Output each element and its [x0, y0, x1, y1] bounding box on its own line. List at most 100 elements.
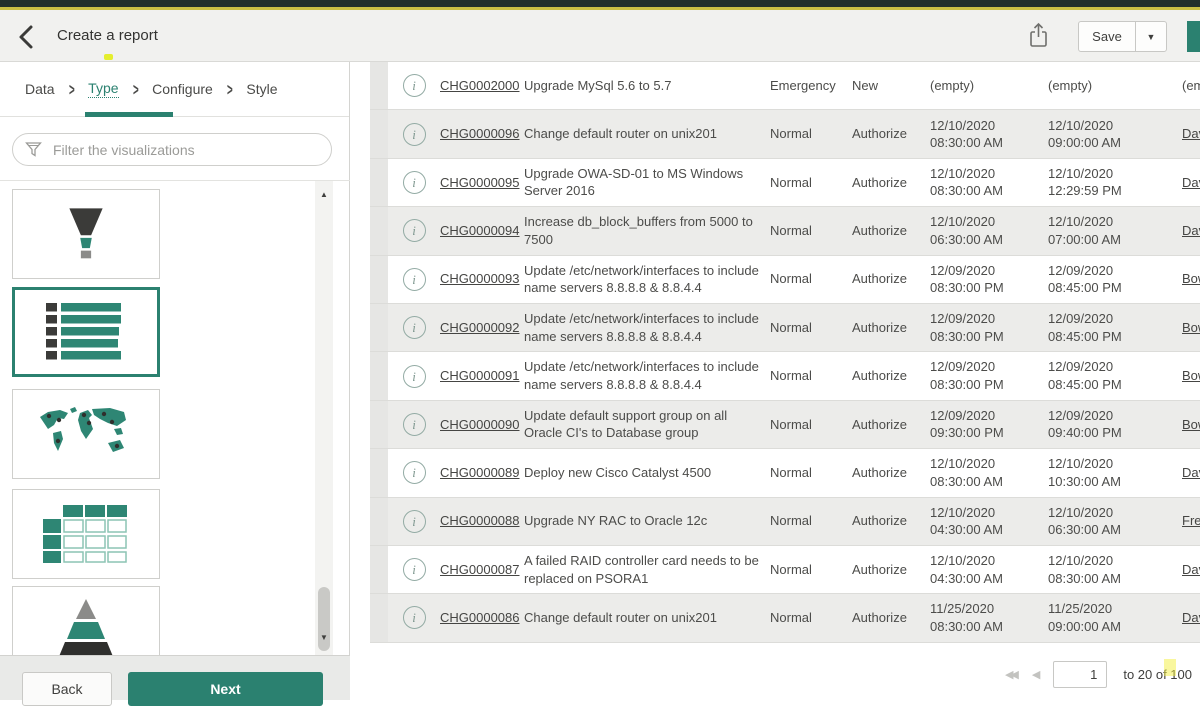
state-cell: Authorize	[852, 416, 930, 434]
number-cell: CHG0000095	[440, 174, 524, 192]
assigned-to-link[interactable]: Dav	[1182, 223, 1200, 238]
info-icon[interactable]: i	[403, 606, 426, 629]
table-row: i CHG0000089 Deploy new Cisco Catalyst 4…	[370, 449, 1200, 497]
info-icon[interactable]: i	[403, 413, 426, 436]
table-left-gutter	[370, 304, 388, 351]
record-number-link[interactable]: CHG0000093	[440, 271, 520, 286]
state-cell: Authorize	[852, 222, 930, 240]
record-number-link[interactable]: CHG0002000	[440, 78, 520, 93]
table-row: i CHG0000092 Update /etc/network/interfa…	[370, 304, 1200, 352]
step-tab-type[interactable]: Type	[88, 80, 118, 98]
assigned-to-link[interactable]: Bow	[1182, 320, 1200, 335]
viz-thumbnail-heatmap-table[interactable]	[12, 489, 160, 579]
assigned-to-cell: Fre	[1166, 512, 1200, 530]
info-icon[interactable]: i	[403, 219, 426, 242]
start-date-cell: 12/09/2020 09:30:00 PM	[930, 407, 1048, 442]
chevron-right-icon: >	[227, 79, 233, 99]
share-button[interactable]	[1026, 20, 1056, 52]
assigned-to-cell: Dav	[1166, 609, 1200, 627]
filter-input[interactable]	[51, 141, 331, 159]
previous-page-icon[interactable]: ◀	[1032, 668, 1037, 681]
start-date-cell: (empty)	[930, 77, 1048, 95]
table-left-gutter	[370, 401, 388, 448]
state-cell: Authorize	[852, 367, 930, 385]
info-cell: i	[388, 123, 440, 146]
number-cell: CHG0000086	[440, 609, 524, 627]
assigned-to-link[interactable]: Dav	[1182, 610, 1200, 625]
back-step-button[interactable]: Back	[22, 672, 112, 706]
assigned-to-link[interactable]: Dav	[1182, 175, 1200, 190]
scroll-down-icon[interactable]: ▼	[315, 630, 333, 646]
save-dropdown-button[interactable]: ▼	[1135, 21, 1167, 52]
assigned-to-link[interactable]: Bow	[1182, 368, 1200, 383]
panel-scrollbar[interactable]: ▲ ▼	[315, 181, 333, 655]
table-left-gutter	[370, 594, 388, 641]
assigned-to-cell: Bow	[1166, 270, 1200, 288]
info-icon[interactable]: i	[403, 510, 426, 533]
record-number-link[interactable]: CHG0000090	[440, 417, 520, 432]
info-icon[interactable]: i	[403, 123, 426, 146]
next-step-button[interactable]: Next	[128, 672, 323, 706]
click-artifact	[104, 54, 113, 60]
info-icon[interactable]: i	[403, 365, 426, 388]
viz-thumbnail-world-map[interactable]	[12, 389, 160, 479]
viz-thumbnail-list[interactable]	[12, 287, 160, 377]
info-icon[interactable]: i	[403, 171, 426, 194]
info-icon[interactable]: i	[403, 316, 426, 339]
table-left-gutter	[370, 62, 388, 109]
funnel-chart-icon	[54, 199, 118, 269]
info-icon[interactable]: i	[403, 74, 426, 97]
short-description-cell: Update /etc/network/interfaces to includ…	[524, 310, 770, 345]
number-cell: CHG0002000	[440, 77, 524, 95]
record-number-link[interactable]: CHG0000086	[440, 610, 520, 625]
record-number-link[interactable]: CHG0000089	[440, 465, 520, 480]
assigned-to-cell: Bow	[1166, 367, 1200, 385]
assigned-to-link[interactable]: Bow	[1182, 417, 1200, 432]
record-number-link[interactable]: CHG0000091	[440, 368, 520, 383]
record-number-link[interactable]: CHG0000094	[440, 223, 520, 238]
assigned-to-link[interactable]: Fre	[1182, 513, 1200, 528]
number-cell: CHG0000092	[440, 319, 524, 337]
start-date-cell: 12/10/2020 08:30:00 AM	[930, 117, 1048, 152]
viz-thumbnail-funnel[interactable]	[12, 189, 160, 279]
number-cell: CHG0000091	[440, 367, 524, 385]
record-number-link[interactable]: CHG0000087	[440, 562, 520, 577]
priority-cell: Normal	[770, 464, 852, 482]
heatmap-table-icon	[43, 503, 129, 565]
priority-cell: Normal	[770, 125, 852, 143]
short-description-cell: Update /etc/network/interfaces to includ…	[524, 358, 770, 393]
info-cell: i	[388, 606, 440, 629]
info-cell: i	[388, 461, 440, 484]
assigned-to-link[interactable]: Bow	[1182, 271, 1200, 286]
assigned-to-link[interactable]: Dav	[1182, 465, 1200, 480]
info-icon[interactable]: i	[403, 461, 426, 484]
assigned-to-link[interactable]: Dav	[1182, 562, 1200, 577]
priority-cell: Normal	[770, 270, 852, 288]
run-button-partial[interactable]	[1187, 21, 1200, 52]
page-number-input[interactable]	[1053, 661, 1107, 688]
step-tab-style[interactable]: Style	[246, 81, 277, 97]
info-icon[interactable]: i	[403, 268, 426, 291]
info-icon[interactable]: i	[403, 558, 426, 581]
save-button[interactable]: Save	[1078, 21, 1136, 52]
panel-footer: Back Next	[0, 655, 350, 700]
record-number-link[interactable]: CHG0000095	[440, 175, 520, 190]
first-page-icon[interactable]: ◀◀	[1005, 668, 1016, 681]
state-cell: New	[852, 77, 930, 95]
step-tab-data[interactable]: Data	[25, 81, 55, 97]
record-number-link[interactable]: CHG0000088	[440, 513, 520, 528]
state-cell: Authorize	[852, 270, 930, 288]
record-number-link[interactable]: CHG0000092	[440, 320, 520, 335]
assigned-to-link[interactable]: Dav	[1182, 126, 1200, 141]
step-tab-configure[interactable]: Configure	[152, 81, 213, 97]
short-description-cell: Change default router on unix201	[524, 125, 770, 143]
start-date-cell: 12/10/2020 08:30:00 AM	[930, 165, 1048, 200]
end-date-cell: 12/09/2020 08:45:00 PM	[1048, 310, 1166, 345]
assigned-to-link[interactable]: (em	[1182, 78, 1200, 93]
record-number-link[interactable]: CHG0000096	[440, 126, 520, 141]
viz-thumbnail-pyramid[interactable]	[12, 586, 160, 655]
back-button[interactable]	[16, 22, 46, 52]
table-left-gutter	[370, 207, 388, 254]
scroll-up-icon[interactable]: ▲	[315, 187, 333, 203]
short-description-cell: A failed RAID controller card needs to b…	[524, 552, 770, 587]
